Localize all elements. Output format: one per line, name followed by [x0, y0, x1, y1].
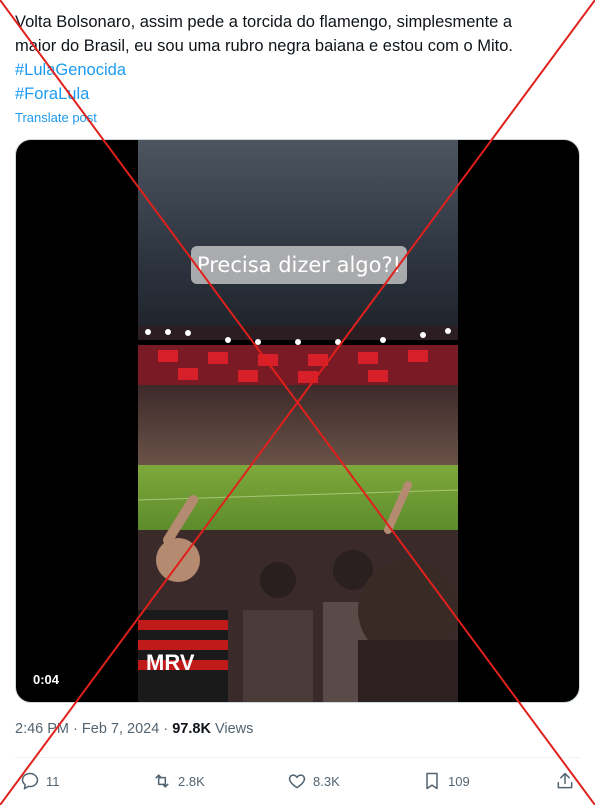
action-bar: 11 2.8K 8.3K 109	[15, 765, 585, 797]
share-icon	[557, 772, 573, 789]
post-time[interactable]: 2:46 PM	[15, 721, 69, 737]
views-label: Views	[214, 721, 254, 737]
stadium-scene: MRV	[138, 140, 458, 702]
repost-count: 2.8K	[178, 773, 205, 789]
video-duration-badge: 0:04	[26, 667, 66, 693]
bookmark-button[interactable]: 109	[422, 765, 470, 797]
bookmark-icon	[426, 772, 438, 790]
reply-icon	[21, 772, 39, 790]
post-text-line-2: maior do Brasil, eu sou uma rubro negra …	[15, 37, 514, 55]
repost-icon	[155, 774, 169, 788]
translate-post-link[interactable]: Translate post	[15, 110, 97, 125]
post-date[interactable]: Feb 7, 2024	[82, 721, 159, 737]
meta-separator-2: ·	[163, 721, 169, 737]
reply-button[interactable]: 11	[20, 765, 60, 797]
heart-icon	[288, 774, 306, 789]
meta-separator: ·	[73, 721, 78, 737]
reply-count: 11	[46, 773, 60, 789]
hashtag-link-fora-lula[interactable]: #ForaLula	[15, 82, 585, 106]
shirt-sponsor-text: MRV	[146, 650, 195, 675]
like-count: 8.3K	[313, 773, 340, 789]
post-meta: 2:46 PM · Feb 7, 2024 · 97.8K Views	[15, 721, 253, 737]
post-text-line-1: Volta Bolsonaro, assim pede a torcida do…	[15, 13, 513, 31]
divider	[15, 757, 580, 758]
bookmark-count: 109	[448, 773, 470, 789]
views-count: 97.8K	[172, 721, 211, 737]
video-player[interactable]: MRV Precisa dizer algo?! 0:04	[15, 139, 580, 703]
video-caption: Precisa dizer algo?!	[191, 246, 407, 284]
hashtag-link-lula-genocida[interactable]: #LulaGenocida	[15, 58, 585, 82]
post-text: Volta Bolsonaro, assim pede a torcida do…	[15, 10, 585, 106]
share-button[interactable]	[555, 765, 581, 797]
video-frame[interactable]: MRV	[138, 140, 458, 702]
repost-button[interactable]: 2.8K	[152, 765, 205, 797]
like-button[interactable]: 8.3K	[287, 765, 340, 797]
